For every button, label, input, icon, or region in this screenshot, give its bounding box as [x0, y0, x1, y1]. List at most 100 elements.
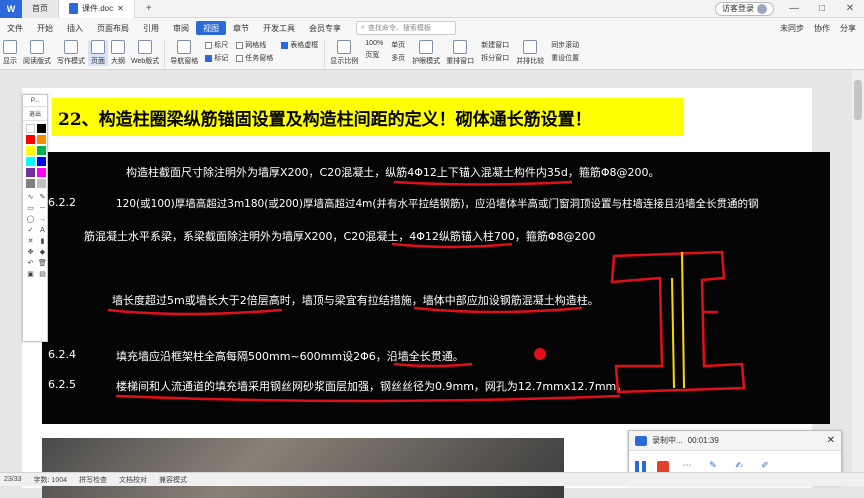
book-icon: [30, 40, 44, 54]
share-button[interactable]: 分享: [840, 23, 856, 34]
menu-start[interactable]: 开始: [30, 18, 60, 38]
menu-developer[interactable]: 开发工具: [256, 18, 302, 38]
tab-home[interactable]: 首页: [22, 0, 59, 18]
close-recorder-button[interactable]: ✕: [827, 435, 835, 446]
windows-icon: [453, 40, 468, 54]
writing-mode-button[interactable]: 写作模式: [54, 40, 88, 66]
app-logo[interactable]: W: [0, 0, 22, 18]
check-tool-icon[interactable]: ✓: [26, 227, 35, 235]
swatch-blue[interactable]: [37, 157, 46, 166]
page-width-button[interactable]: 页宽: [365, 50, 383, 60]
ruler-checkbox[interactable]: 标尺: [205, 40, 228, 50]
collaborate-button[interactable]: 协作: [814, 23, 830, 34]
zoom-100-button[interactable]: 100%: [365, 40, 383, 47]
rect-tool-icon[interactable]: ▭: [26, 205, 35, 213]
search-icon: ⌕: [361, 24, 365, 31]
show-button[interactable]: 显示: [0, 40, 20, 66]
reset-position-button[interactable]: 重设位置: [551, 53, 579, 63]
document-icon: [69, 3, 78, 14]
outline-button[interactable]: 大纲: [108, 40, 128, 66]
menu-review[interactable]: 审阅: [166, 18, 196, 38]
single-page-button[interactable]: 单页: [391, 40, 405, 50]
menu-view[interactable]: 视图: [196, 21, 226, 35]
sync-scroll-button[interactable]: 同步滚动: [551, 40, 579, 50]
swatch-silver[interactable]: [37, 179, 46, 188]
task-pane-checkbox[interactable]: 任务窗格: [236, 53, 273, 63]
tab-document[interactable]: 课件.doc ✕: [59, 0, 135, 18]
move-tool-icon[interactable]: ✥: [26, 249, 35, 257]
maximize-button[interactable]: □: [808, 0, 836, 18]
zoom-button[interactable]: 显示比例: [327, 40, 361, 66]
add-tab-button[interactable]: +: [135, 0, 163, 18]
zoom-icon: [337, 40, 352, 54]
line-tool-icon[interactable]: ─: [38, 205, 47, 213]
nav-pane-button[interactable]: 导航窗格: [167, 40, 201, 66]
delete-icon[interactable]: 🗑: [38, 260, 47, 268]
command-search[interactable]: ⌕ 查找命令、搜索模板: [356, 21, 456, 35]
page-count[interactable]: 23/33: [4, 476, 22, 483]
swatch-magenta[interactable]: [37, 168, 46, 177]
arrow-tool-icon[interactable]: →: [38, 216, 47, 224]
screen-icon[interactable]: ▤: [38, 271, 47, 279]
side-by-side-button[interactable]: 并排比较: [513, 40, 547, 66]
swatch-white[interactable]: [26, 124, 35, 133]
curve-tool-icon[interactable]: ∿: [26, 194, 35, 202]
mark-checkbox[interactable]: 标记: [205, 53, 228, 63]
sync-status[interactable]: 未同步: [780, 23, 804, 34]
close-window-button[interactable]: ✕: [836, 0, 864, 18]
document-area[interactable]: 22、构造柱圈梁纵筋锚固设置及构造柱间距的定义！砌体通长筋设置！ 构造柱截面尺寸…: [0, 70, 864, 498]
minimize-button[interactable]: —: [780, 0, 808, 18]
close-tab-icon[interactable]: ✕: [117, 4, 124, 13]
fill-tool-icon[interactable]: ◆: [38, 249, 47, 257]
undo-icon[interactable]: ↶: [26, 260, 35, 268]
menu-file[interactable]: 文件: [0, 18, 30, 38]
swatch-cyan[interactable]: [26, 157, 35, 166]
menu-reference[interactable]: 引用: [136, 18, 166, 38]
swatch-purple[interactable]: [26, 168, 35, 177]
save-icon[interactable]: ▣: [26, 271, 35, 279]
status-bar: 23/33 字数: 1004 拼写检查 文档校对 兼容模式: [0, 472, 864, 486]
document-page[interactable]: 22、构造柱圈梁纵筋锚固设置及构造柱间距的定义！砌体通长筋设置！ 构造柱截面尺寸…: [22, 88, 830, 498]
rearrange-window-button[interactable]: 重排窗口: [443, 40, 477, 66]
palette-title[interactable]: P...: [23, 95, 47, 107]
menu-member[interactable]: 会员专享: [302, 18, 348, 38]
search-placeholder: 查找命令、搜索模板: [367, 25, 431, 32]
menu-chapter[interactable]: 章节: [226, 18, 256, 38]
reading-mode-button[interactable]: 阅读版式: [20, 40, 54, 66]
eye-protection-button[interactable]: 护眼模式: [409, 40, 443, 66]
word-count[interactable]: 字数: 1004: [34, 475, 67, 485]
scroll-thumb[interactable]: [854, 80, 862, 120]
multi-page-button[interactable]: 多页: [391, 53, 405, 63]
swatch-black[interactable]: [37, 124, 46, 133]
page-icon: [91, 40, 105, 54]
swatch-gray[interactable]: [26, 179, 35, 188]
swatch-red[interactable]: [26, 135, 35, 144]
login-button[interactable]: 访客登录: [715, 1, 774, 16]
menu-layout[interactable]: 页面布局: [90, 18, 136, 38]
cursor-dot: [534, 348, 546, 360]
compare-icon: [523, 40, 538, 54]
document-proofread[interactable]: 文档校对: [119, 475, 147, 485]
red-underline-3: [107, 308, 283, 316]
menu-insert[interactable]: 插入: [60, 18, 90, 38]
construction-photo: [42, 438, 564, 498]
ellipse-tool-icon[interactable]: ◯: [26, 216, 35, 224]
split-window-button[interactable]: 拆分窗口: [481, 53, 509, 63]
red-column-sketch: [610, 250, 746, 394]
table-frame-checkbox[interactable]: 表格虚框: [281, 40, 318, 50]
new-window-button[interactable]: 新建窗口: [481, 40, 509, 50]
pen-tool-icon[interactable]: ✎: [38, 194, 47, 202]
highlight-tool-icon[interactable]: ▮: [38, 238, 47, 246]
text-tool-icon[interactable]: A: [38, 227, 47, 235]
swatch-yellow[interactable]: [26, 146, 35, 155]
vertical-scrollbar[interactable]: [852, 70, 864, 472]
web-layout-button[interactable]: Web版式: [128, 40, 162, 66]
cross-tool-icon[interactable]: ✕: [26, 238, 35, 246]
swatch-orange[interactable]: [37, 135, 46, 144]
page-heading: 22、构造柱圈梁纵筋锚固设置及构造柱间距的定义！砌体通长筋设置！: [52, 98, 684, 136]
swatch-green[interactable]: [37, 146, 46, 155]
spell-check[interactable]: 拼写检查: [79, 475, 107, 485]
exit-pen-button[interactable]: 退出: [23, 107, 47, 121]
gridline-checkbox[interactable]: 网格线: [236, 40, 273, 50]
page-view-button[interactable]: 页面: [88, 40, 108, 66]
